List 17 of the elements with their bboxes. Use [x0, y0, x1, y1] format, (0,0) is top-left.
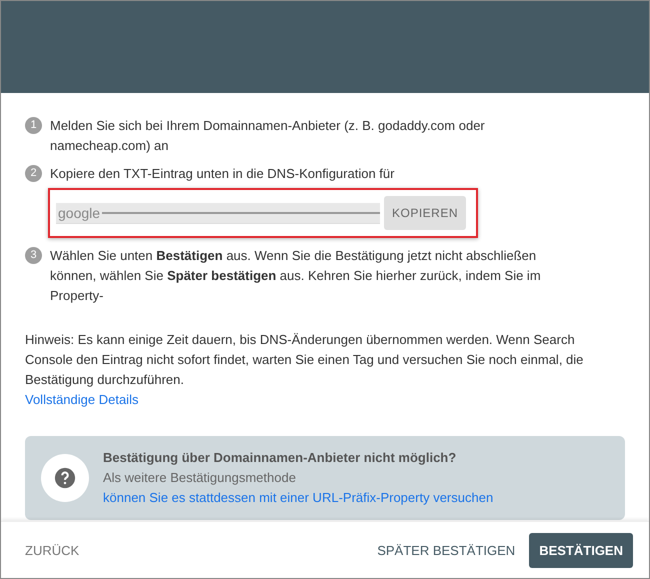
help-icon [41, 454, 89, 502]
txt-record-field[interactable]: google [56, 202, 380, 224]
details-link[interactable]: Vollständige Details [25, 392, 138, 407]
step-number: 3 [25, 247, 42, 264]
step-text: Kopiere den TXT-Eintrag unten in die DNS-Konfiguration für [50, 165, 396, 183]
step-number: 1 [25, 117, 42, 134]
step-text: Melden Sie sich bei Ihrem Domainnamen-Anbieter (z. B. godaddy.com oder namecheap.com) an [50, 117, 486, 155]
url-prefix-link[interactable]: können Sie es stattdessen mit einer URL-Präfix-Property versuchen [103, 488, 494, 508]
back-button[interactable]: ZURÜCK [17, 532, 88, 568]
info-text: Als weitere Bestätigungsmethode [103, 469, 297, 487]
copy-button[interactable]: KOPIEREN [384, 196, 466, 230]
verify-later-button[interactable]: SPÄTER BESTÄTIGEN [369, 532, 524, 568]
verify-button[interactable]: BESTÄTIGEN [529, 532, 633, 568]
hint-text: Hinweis: Es kann einige Zeit dauern, bis DNS-Änderungen übernommen werden. Wenn Search Console den Eintrag nicht sofort findet, warten Sie einen Tag und versuchen Sie noch einmal, die Bestätigung durchzuführen. [25, 331, 584, 389]
step-number: 2 [25, 165, 42, 182]
step-text: Wählen Sie unten Bestätigen aus. Wenn Sie die Bestätigung jetzt nicht abschließen können, wählen Sie Später bestätigen aus. Kehren Sie hierher zurück, indem Sie im Property- [50, 247, 542, 305]
info-title: Bestätigung über Domainnamen-Anbieter nicht möglich? [103, 449, 458, 467]
